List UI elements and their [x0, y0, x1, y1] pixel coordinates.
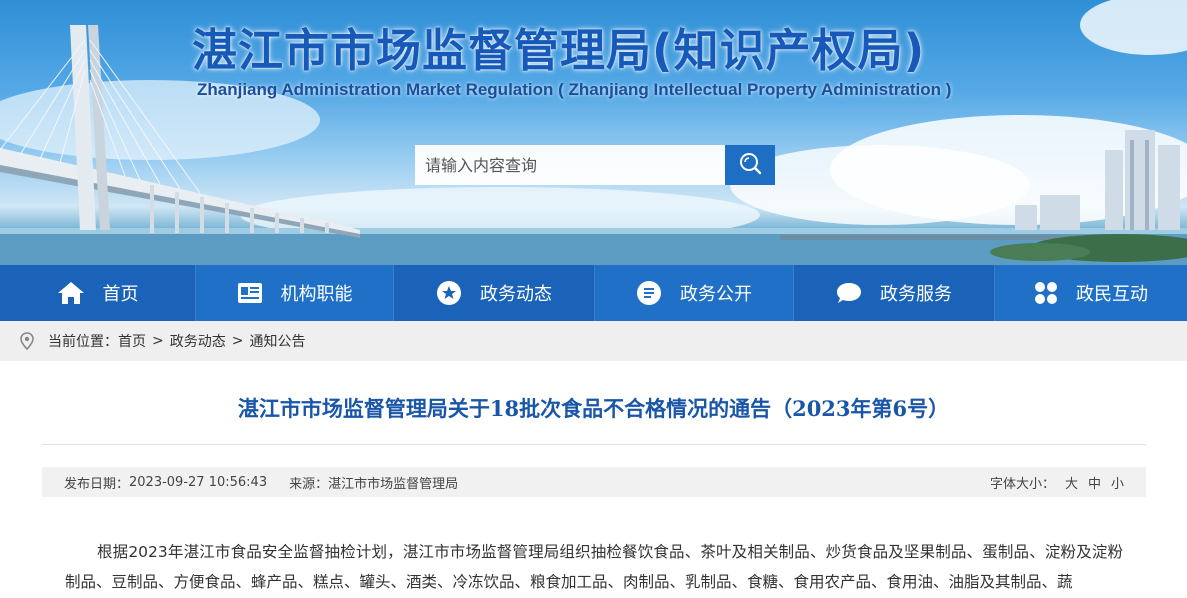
breadcrumb-item-notices[interactable]: 通知公告: [249, 331, 305, 351]
id-card-icon: [237, 282, 263, 304]
header-banner: 湛江市市场监督管理局(知识产权局) Zhanjiang Administrati…: [0, 0, 1187, 265]
breadcrumb-separator: >: [152, 333, 164, 349]
nav-item-news[interactable]: 政务动态: [394, 265, 595, 321]
site-title: 湛江市市场监督管理局(知识产权局): [192, 24, 926, 77]
grid-icon: [1034, 281, 1058, 305]
source-value: 湛江市市场监督管理局: [328, 476, 459, 492]
breadcrumb-item-news[interactable]: 政务动态: [170, 331, 226, 351]
font-size-medium-button[interactable]: 中: [1088, 473, 1101, 492]
location-pin-icon: [20, 332, 34, 350]
list-icon: [636, 280, 662, 306]
title-divider: [42, 444, 1146, 445]
article-title: 湛江市市场监督管理局关于18批次食品不合格情况的通告（2023年第6号）: [237, 396, 950, 421]
search-button[interactable]: [725, 145, 775, 185]
article-meta: 发布日期： 2023-09-27 10:56:43 来源： 湛江市市场监督管理局…: [42, 467, 1146, 497]
search-icon: [738, 151, 762, 179]
article-body: 根据2023年湛江市食品安全监督抽检计划，湛江市市场监督管理局组织抽检餐饮食品、…: [65, 543, 1123, 591]
font-size-large-button[interactable]: 大: [1065, 473, 1078, 492]
search-input[interactable]: [415, 145, 725, 185]
nav-item-label: 政务公开: [680, 284, 752, 305]
nav-item-label: 政民互动: [1076, 284, 1148, 305]
nav-item-disclosure[interactable]: 政务公开: [595, 265, 794, 321]
chat-icon: [836, 281, 862, 305]
nav-item-label: 政务服务: [880, 284, 952, 305]
breadcrumb: 当前位置： 首页 > 政务动态 > 通知公告: [0, 321, 1187, 361]
publish-date-label: 发布日期：: [64, 476, 130, 492]
breadcrumb-separator: >: [231, 333, 244, 349]
nav-item-interaction[interactable]: 政民互动: [995, 265, 1187, 321]
breadcrumb-item-home[interactable]: 首页: [118, 331, 146, 351]
publish-date-value: 2023-09-27 10:56:43: [129, 474, 268, 490]
breadcrumb-prefix: 当前位置：: [48, 334, 118, 350]
nav-item-functions[interactable]: 机构职能: [196, 265, 394, 321]
star-icon: [436, 280, 462, 306]
font-size-small-button[interactable]: 小: [1111, 473, 1124, 492]
main-nav: 首页 机构职能 政务动态 政务公开 政务服务 政民互动: [0, 265, 1187, 321]
nav-item-label: 政务动态: [480, 284, 552, 305]
source-label: 来源：: [289, 476, 329, 492]
nav-item-services[interactable]: 政务服务: [794, 265, 995, 321]
nav-item-label: 首页: [102, 284, 139, 305]
nav-item-label: 机构职能: [280, 284, 353, 305]
home-icon: [57, 280, 85, 306]
site-subtitle: Zhanjiang Administration Market Regulati…: [197, 80, 952, 99]
search-box: [415, 145, 775, 185]
font-size-label: 字体大小：: [989, 476, 1055, 492]
nav-item-home[interactable]: 首页: [0, 265, 196, 321]
